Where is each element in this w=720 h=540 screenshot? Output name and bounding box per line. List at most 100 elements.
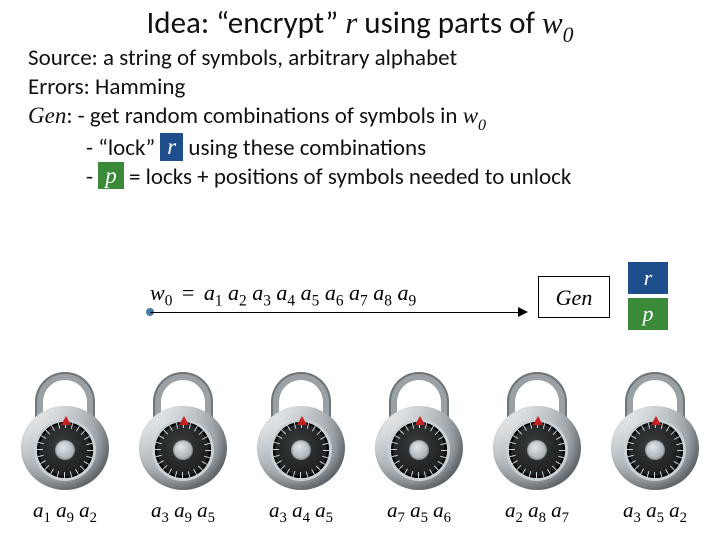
title-mid: using parts of — [357, 4, 542, 42]
desc-errors: Errors: Hamming — [28, 73, 698, 102]
caption-sub: 7 — [397, 510, 404, 526]
weq-a: a — [204, 280, 215, 305]
weq-sub: 4 — [287, 292, 295, 309]
lock-caption: a7 a5 a6 — [364, 498, 474, 527]
weq-a: a — [349, 280, 360, 305]
arrow-head-icon — [518, 307, 528, 317]
dial-center-icon — [173, 440, 193, 460]
gen-line2-b: using these combinations — [183, 134, 426, 162]
caption-sub: 2 — [515, 510, 522, 526]
dial-pointer-icon — [297, 416, 307, 425]
desc-gen-line2: - “lock” r using these combinations — [28, 134, 698, 163]
caption-sub: 5 — [208, 510, 215, 526]
weq-a: a — [325, 280, 336, 305]
arrow-line — [150, 312, 520, 313]
caption-sub: 3 — [161, 510, 168, 526]
desc-gen-line3: - p = locks + positions of symbols neede… — [28, 163, 698, 192]
gen-function-box: Gen — [538, 276, 610, 318]
var-r-box: r — [160, 133, 183, 160]
caption-a: a — [79, 498, 90, 522]
caption-sub: 7 — [562, 510, 569, 526]
dial-center-icon — [291, 440, 311, 460]
weq-a: a — [252, 280, 263, 305]
w-equation: w0 = a1 a2 a3 a4 a5 a6 a7 a8 a9 — [150, 280, 416, 310]
caption-sub: 5 — [326, 510, 333, 526]
dial-pointer-icon — [533, 416, 543, 425]
gen-line3-a: - — [86, 163, 98, 191]
caption-sub: 3 — [279, 510, 286, 526]
caption-sub: 2 — [90, 510, 97, 526]
lock-caption: a2 a8 a7 — [482, 498, 592, 527]
caption-a: a — [197, 498, 208, 522]
dial-center-icon — [55, 440, 75, 460]
weq-sub: 6 — [336, 292, 344, 309]
weq-eq: = — [178, 280, 198, 305]
caption-sub: 9 — [185, 510, 192, 526]
desc-source: Source: a string of symbols, arbitrary a… — [28, 44, 698, 73]
caption-sub: 6 — [444, 510, 451, 526]
dial-center-icon — [409, 440, 429, 460]
caption-sub: 1 — [43, 510, 50, 526]
weq-a: a — [397, 280, 408, 305]
caption-a: a — [551, 498, 562, 522]
slide-title: Idea: “encrypt” r using parts of w0 — [0, 4, 720, 46]
padlock-icon — [491, 372, 583, 492]
desc-gen-line1: Gen: - get random combinations of symbol… — [28, 102, 698, 135]
gen-line1-w: w — [463, 103, 478, 128]
weq-sub: 8 — [384, 292, 392, 309]
weq-sub: 3 — [263, 292, 271, 309]
gen-label: Gen — [28, 103, 66, 128]
dial-pointer-icon — [61, 416, 71, 425]
lock-caption: a3 a4 a5 — [246, 498, 356, 527]
weq-sub: 9 — [408, 292, 416, 309]
weq-wsub: 0 — [165, 292, 173, 309]
caption-sub: 5 — [421, 510, 428, 526]
lock-slot-1: a1 a9 a2 — [10, 372, 120, 527]
caption-a: a — [56, 498, 67, 522]
output-r-cell: r — [628, 262, 668, 294]
dial-pointer-icon — [179, 416, 189, 425]
padlock-icon — [255, 372, 347, 492]
caption-a: a — [646, 498, 657, 522]
weq-sub: 2 — [239, 292, 247, 309]
dial-pointer-icon — [415, 416, 425, 425]
title-var-r: r — [345, 5, 357, 40]
caption-a: a — [315, 498, 326, 522]
title-pre: Idea: “encrypt” — [146, 4, 345, 42]
caption-a: a — [292, 498, 303, 522]
caption-sub: 8 — [539, 510, 546, 526]
title-var-w: w — [542, 5, 563, 40]
weq-a: a — [276, 280, 287, 305]
dial-center-icon — [645, 440, 665, 460]
padlock-icon — [19, 372, 111, 492]
caption-a: a — [269, 498, 280, 522]
description-block: Source: a string of symbols, arbitrary a… — [28, 44, 698, 192]
weq-sub: 7 — [360, 292, 368, 309]
weq-a: a — [301, 280, 312, 305]
output-rp-stack: r p — [628, 262, 668, 334]
caption-a: a — [151, 498, 162, 522]
weq-a: a — [228, 280, 239, 305]
caption-sub: 9 — [67, 510, 74, 526]
lock-slot-3: a3 a4 a5 — [246, 372, 356, 527]
weq-sub: 5 — [312, 292, 320, 309]
gen-line1-wsub: 0 — [478, 117, 486, 134]
caption-a: a — [387, 498, 398, 522]
padlock-icon — [609, 372, 701, 492]
caption-a: a — [174, 498, 185, 522]
lock-slot-2: a3 a9 a5 — [128, 372, 238, 527]
lock-slot-5: a2 a8 a7 — [482, 372, 592, 527]
dial-pointer-icon — [651, 416, 661, 425]
weq-sub: 1 — [215, 292, 223, 309]
weq-w: w — [150, 280, 165, 305]
caption-a: a — [505, 498, 516, 522]
weq-terms: a1 a2 a3 a4 a5 a6 a7 a8 a9 — [204, 280, 416, 305]
gen-line3-b: = locks + positions of symbols needed to… — [124, 163, 572, 191]
caption-a: a — [669, 498, 680, 522]
lock-slot-4: a7 a5 a6 — [364, 372, 474, 527]
caption-sub: 4 — [303, 510, 310, 526]
caption-sub: 2 — [680, 510, 687, 526]
caption-sub: 5 — [657, 510, 664, 526]
caption-a: a — [433, 498, 444, 522]
weq-a: a — [373, 280, 384, 305]
